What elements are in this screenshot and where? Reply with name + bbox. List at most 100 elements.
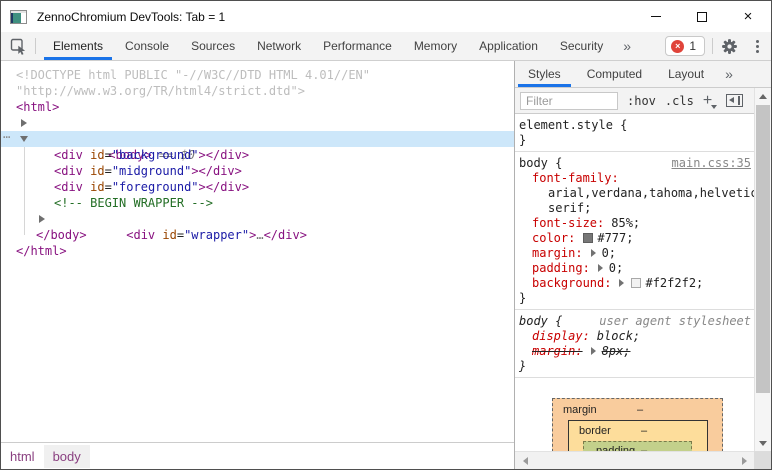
computed-sidebar-toggle-icon[interactable]: [726, 94, 743, 107]
tab-performance[interactable]: Performance: [312, 32, 403, 60]
rule-close-brace[interactable]: }: [515, 291, 754, 306]
margin-value: –: [637, 404, 643, 416]
stylesheet-source-link[interactable]: main.css:35: [672, 156, 751, 171]
styles-filter-input[interactable]: [520, 92, 618, 110]
declaration-font-size[interactable]: font-size:85%;: [515, 216, 754, 231]
tree-row-doctype-cont[interactable]: "http://www.w3.org/TR/html4/strict.dtd">: [1, 83, 514, 99]
box-model-margin[interactable]: margin – border – padding –: [552, 398, 723, 451]
tree-row-comment[interactable]: <!-- BEGIN WRAPPER -->: [1, 195, 514, 211]
expand-shorthand-icon[interactable]: [591, 249, 596, 257]
declaration-color[interactable]: color:#777;: [515, 231, 754, 246]
tab-application[interactable]: Application: [468, 32, 549, 60]
box-model-border[interactable]: border – padding –: [568, 420, 708, 451]
tab-security[interactable]: Security: [549, 32, 614, 60]
rule-element-style: element.style { }: [515, 114, 754, 152]
rule-selector[interactable]: body {: [519, 314, 562, 329]
tree-row-div-background[interactable]: <div id="background"></div>: [1, 147, 514, 163]
window-controls: ×: [633, 1, 771, 32]
devtools-toolbar: Elements Console Sources Network Perform…: [1, 32, 771, 61]
vertical-scrollbar-thumb[interactable]: [756, 105, 770, 393]
console-error-badge[interactable]: × 1: [665, 36, 705, 56]
font-family-value-line1[interactable]: arial,verdana,tahoma,helvetic: [515, 186, 754, 201]
tree-row-doctype[interactable]: <!DOCTYPE html PUBLIC "-//W3C//DTD HTML …: [1, 67, 514, 83]
styles-filter-toolbar: :hov .cls +: [515, 88, 754, 114]
box-model-section: margin – border – padding –: [515, 378, 754, 451]
error-count: 1: [689, 39, 696, 53]
margin-label: margin: [563, 404, 597, 416]
scrollbar-corner: [754, 451, 771, 469]
new-style-rule-button[interactable]: +: [703, 95, 717, 107]
color-swatch[interactable]: [583, 233, 593, 243]
toolbar-right-group: × 1: [665, 32, 771, 60]
vertical-scrollbar[interactable]: [754, 88, 771, 451]
menu-button[interactable]: [746, 40, 771, 53]
declaration-font-family[interactable]: font-family:: [515, 171, 754, 186]
tree-row-body-close[interactable]: </body>: [1, 227, 514, 243]
tab-console[interactable]: Console: [114, 32, 180, 60]
tree-row-html-close[interactable]: </html>: [1, 243, 514, 259]
arrow-up-icon: [759, 94, 767, 99]
element-classes-toggle[interactable]: .cls: [665, 94, 694, 108]
tab-memory[interactable]: Memory: [403, 32, 468, 60]
declaration-background[interactable]: background:#f2f2f2;: [515, 276, 754, 291]
scroll-right-button[interactable]: [736, 452, 752, 469]
declaration-margin[interactable]: margin:0;: [515, 246, 754, 261]
breadcrumb-body[interactable]: body: [44, 445, 90, 468]
tree-row-head[interactable]: <head>…</head>: [1, 115, 514, 131]
close-button[interactable]: ×: [725, 1, 771, 32]
close-icon: ×: [744, 12, 753, 22]
error-icon: ×: [671, 40, 684, 53]
element-style-selector[interactable]: element.style {: [515, 118, 754, 133]
style-rules-list: element.style { } body { main.css:35 fon…: [515, 114, 754, 451]
more-tabs-button[interactable]: »: [614, 32, 640, 60]
scroll-down-button[interactable]: [755, 435, 771, 451]
rule-close-brace[interactable]: }: [515, 359, 754, 374]
tree-row-body-selected[interactable]: ⋯<body> == $0: [1, 131, 514, 147]
box-model-padding[interactable]: padding –: [583, 441, 692, 451]
arrow-down-icon: [759, 441, 767, 446]
app-window-icon: [10, 10, 27, 24]
collapse-arrow-icon[interactable]: [20, 136, 28, 142]
rule-selector[interactable]: body {: [519, 156, 562, 171]
main-split: <!DOCTYPE html PUBLIC "-//W3C//DTD HTML …: [1, 61, 771, 469]
toolbar-divider: [35, 38, 36, 54]
dot-icon: [756, 50, 759, 53]
breadcrumb-html[interactable]: html: [1, 445, 44, 468]
declaration-padding[interactable]: padding:0;: [515, 261, 754, 276]
tree-row-div-midground[interactable]: <div id="midground"></div>: [1, 163, 514, 179]
declaration-display[interactable]: display:block;: [515, 329, 754, 344]
expand-shorthand-icon[interactable]: [598, 264, 603, 272]
minimize-button[interactable]: [633, 1, 679, 32]
scroll-left-button[interactable]: [517, 452, 533, 469]
element-style-close-brace[interactable]: }: [515, 133, 754, 148]
sidebar-tabs: Styles Computed Layout »: [515, 61, 771, 88]
font-family-value-line2[interactable]: serif;: [515, 201, 754, 216]
pseudo-state-toggle[interactable]: :hov: [627, 94, 656, 108]
more-actions-icon[interactable]: ⋯: [3, 129, 9, 145]
tree-row-div-wrapper[interactable]: <div id="wrapper">…</div>: [1, 211, 514, 227]
more-sidebar-tabs-button[interactable]: »: [717, 61, 741, 87]
background-color-swatch[interactable]: [631, 278, 641, 288]
expand-shorthand-icon[interactable]: [591, 347, 596, 355]
settings-button[interactable]: [713, 38, 746, 55]
tree-row-html-open[interactable]: <html>: [1, 99, 514, 115]
tab-elements[interactable]: Elements: [42, 32, 114, 60]
tab-layout[interactable]: Layout: [655, 61, 717, 87]
gear-icon: [721, 38, 738, 55]
title-bar: ZennoChromium DevTools: Tab = 1 ×: [1, 1, 771, 32]
horizontal-scrollbar[interactable]: [515, 451, 754, 469]
maximize-button[interactable]: [679, 1, 725, 32]
expand-arrow-icon[interactable]: [21, 119, 27, 127]
arrow-right-icon: [742, 457, 747, 465]
styles-pane-content: :hov .cls + element.style { } body {: [515, 88, 754, 451]
tree-row-div-foreground[interactable]: <div id="foreground"></div>: [1, 179, 514, 195]
tab-styles[interactable]: Styles: [515, 61, 574, 87]
expand-shorthand-icon[interactable]: [619, 279, 624, 287]
scroll-up-button[interactable]: [755, 88, 771, 104]
inspect-element-button[interactable]: [1, 32, 35, 60]
expand-arrow-icon[interactable]: [39, 215, 45, 223]
tab-computed[interactable]: Computed: [574, 61, 655, 87]
tab-sources[interactable]: Sources: [180, 32, 246, 60]
declaration-margin-overridden[interactable]: margin:8px;: [515, 344, 754, 359]
tab-network[interactable]: Network: [246, 32, 312, 60]
